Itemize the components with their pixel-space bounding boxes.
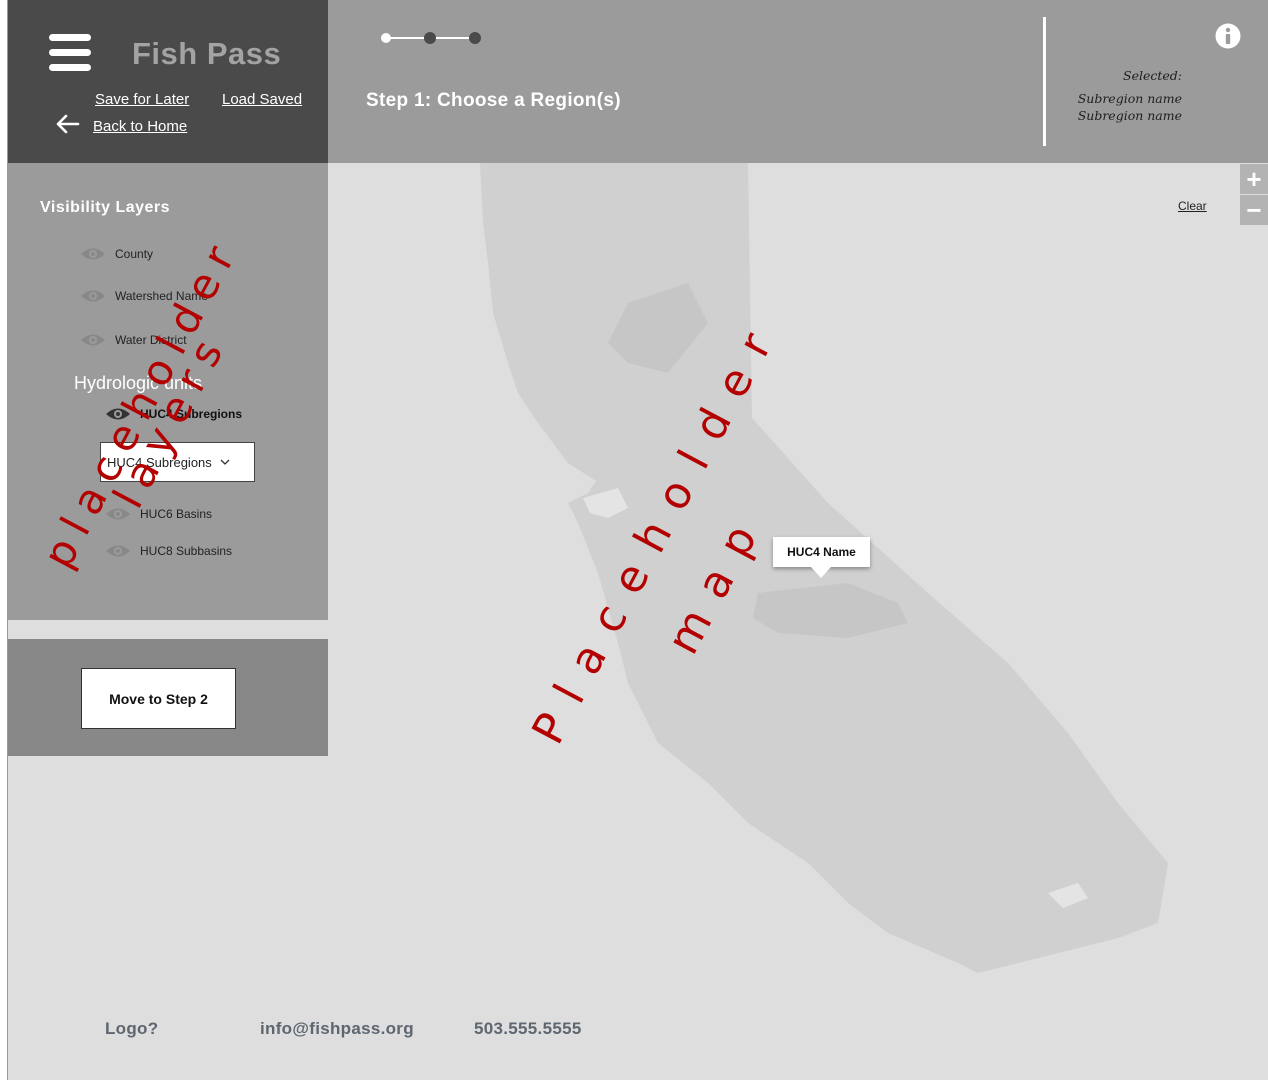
zoom-in-button[interactable]: + xyxy=(1240,164,1268,194)
layer-toggle-watershed[interactable]: Watershed Name xyxy=(80,288,208,304)
eye-icon xyxy=(106,508,130,520)
layer-toggle-huc8[interactable]: HUC8 Subbasins xyxy=(105,543,232,559)
selected-item: Subregion name xyxy=(1077,108,1182,123)
layer-toggle-huc4[interactable]: HUC4 Subregions xyxy=(105,406,242,422)
region-tooltip: HUC4 Name xyxy=(773,537,870,578)
brand-panel: Fish Pass Save for Later Load Saved Back… xyxy=(8,0,328,163)
zoom-out-button[interactable]: − xyxy=(1240,195,1268,225)
california-map-shape xyxy=(480,163,1168,973)
eye-icon xyxy=(81,290,105,302)
step-progress-indicator xyxy=(381,32,481,44)
layer-label: Watershed Name xyxy=(115,289,208,303)
step-dot-2 xyxy=(424,32,436,44)
eye-icon xyxy=(106,408,130,420)
hamburger-menu-icon[interactable] xyxy=(49,34,91,74)
footer-logo: Logo? xyxy=(105,1019,159,1038)
selected-label: Selected: xyxy=(1123,68,1182,83)
layer-label: HUC4 Subregions xyxy=(140,407,243,421)
eye-icon xyxy=(81,334,105,346)
save-for-later-link[interactable]: Save for Later xyxy=(95,91,189,108)
back-arrow-icon[interactable] xyxy=(56,114,80,134)
hydrologic-units-title: Hydrologic units xyxy=(74,373,203,393)
layer-label: County xyxy=(115,247,154,261)
step-dot-3 xyxy=(469,32,481,44)
footer: Logo? info@fishpass.org 503.555.5555 xyxy=(8,973,1268,1080)
layer-toggle-huc6[interactable]: HUC6 Basins xyxy=(105,506,212,522)
eye-icon xyxy=(106,545,130,557)
dropdown-value: HUC4 Subregions xyxy=(107,454,212,470)
layer-label: HUC6 Basins xyxy=(140,507,213,521)
app-title: Fish Pass xyxy=(132,36,282,71)
sidebar-title: Visibility Layers xyxy=(40,199,171,216)
step-title: Step 1: Choose a Region(s) xyxy=(366,90,621,111)
header-divider xyxy=(1043,17,1046,146)
page-edge xyxy=(0,0,8,1080)
footer-phone[interactable]: 503.555.5555 xyxy=(474,1019,582,1039)
footer-email[interactable]: info@fishpass.org xyxy=(260,1019,414,1039)
move-to-step-2-button[interactable]: Move to Step 2 xyxy=(81,668,236,729)
load-saved-link[interactable]: Load Saved xyxy=(222,91,302,108)
huc-level-dropdown[interactable]: HUC4 Subregions xyxy=(100,442,255,482)
layer-label: Water District xyxy=(115,333,187,347)
action-panel: Move to Step 2 xyxy=(8,639,328,756)
chevron-down-icon xyxy=(220,459,230,465)
layer-label: HUC8 Subbasins xyxy=(140,544,233,558)
layer-toggle-water-district[interactable]: Water District xyxy=(80,332,187,348)
info-icon[interactable] xyxy=(1215,23,1241,49)
selected-item: Subregion name xyxy=(1077,91,1182,106)
eye-icon xyxy=(81,248,105,260)
back-to-home-link[interactable]: Back to Home xyxy=(93,118,187,135)
layers-sidebar: Visibility Layers County Watershed Name … xyxy=(8,163,328,620)
selected-regions: Selected: Subregion name Subregion name xyxy=(1078,67,1182,124)
map-view[interactable]: Clear + − HUC4 Name xyxy=(328,163,1268,973)
layer-toggle-county[interactable]: County xyxy=(80,246,153,262)
step-dot-1 xyxy=(381,33,391,43)
clear-selection-link[interactable]: Clear xyxy=(1178,199,1207,213)
